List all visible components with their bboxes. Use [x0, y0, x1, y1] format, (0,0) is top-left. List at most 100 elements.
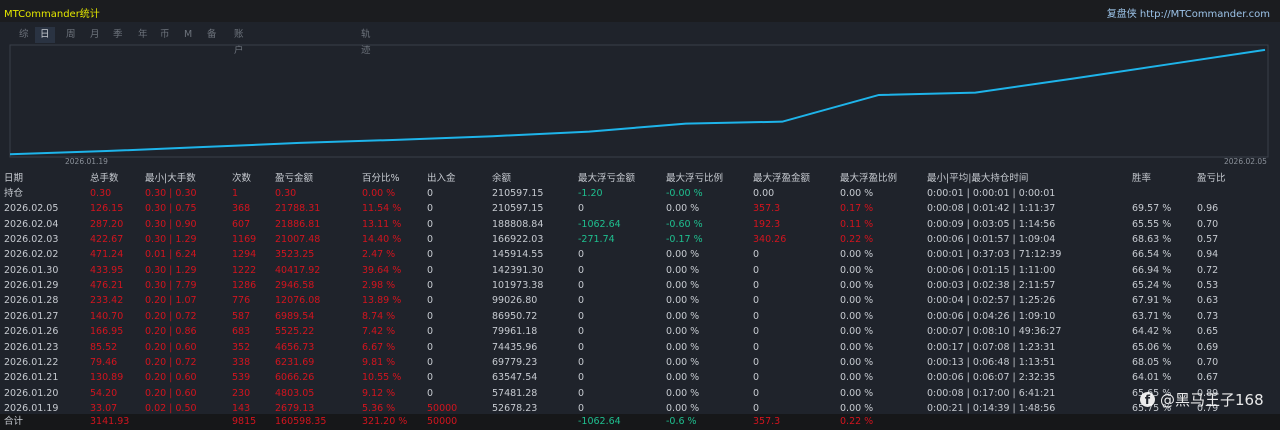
table-row[interactable]: 2026.01.2279.460.20 | 0.723386231.699.81… [0, 355, 1280, 370]
table-cell: 0 [753, 324, 759, 339]
table-cell: 0:00:06 | 0:04:26 | 1:09:10 [927, 309, 1055, 324]
tab-1[interactable]: 日 [35, 27, 55, 43]
table-cell: 0.00 % [840, 386, 873, 401]
table-cell: 0:00:03 | 0:02:38 | 2:11:57 [927, 278, 1055, 293]
tab-2[interactable]: 周 [66, 27, 76, 43]
table-cell: 0 [578, 293, 584, 308]
table-cell: 0 [427, 324, 433, 339]
table-cell: 65.24 % [1132, 278, 1171, 293]
table-cell: 0:00:09 | 0:03:05 | 1:14:56 [927, 217, 1055, 232]
column-header[interactable]: 盈亏比 [1197, 171, 1226, 186]
table-cell: 69.57 % [1132, 201, 1171, 216]
table-cell: 6066.26 [275, 370, 314, 385]
table-cell: 0.30 | 1.29 [145, 263, 197, 278]
table-cell: 66.54 % [1132, 247, 1171, 262]
column-header[interactable]: 最大浮亏金额 [578, 171, 635, 186]
table-cell: 0.72 [1197, 263, 1218, 278]
table-cell: 0 [578, 386, 584, 401]
table-cell: 0.00 % [666, 386, 699, 401]
table-cell: 74435.96 [492, 340, 537, 355]
tab-4[interactable]: 季 [113, 27, 123, 43]
table-cell: 145914.55 [492, 247, 543, 262]
tab-0[interactable]: 综 [19, 27, 29, 43]
app-title: MTCommander统计 [4, 5, 100, 20]
column-header[interactable]: 余额 [492, 171, 511, 186]
table-cell: 471.24 [90, 247, 123, 262]
table-row[interactable]: 2026.01.2385.520.20 | 0.603524656.736.67… [0, 340, 1280, 355]
table-cell: 0:00:17 | 0:07:08 | 1:23:31 [927, 340, 1055, 355]
table-cell: 68.05 % [1132, 355, 1171, 370]
table-cell: 67.91 % [1132, 293, 1171, 308]
column-header[interactable]: 盈亏金额 [275, 171, 313, 186]
table-row[interactable]: 2026.02.03422.670.30 | 1.29116921007.481… [0, 232, 1280, 247]
table-cell: 357.3 [753, 414, 780, 429]
column-header[interactable]: 最小|大手数 [145, 171, 196, 186]
table-cell: 0.00 % [362, 186, 395, 201]
table-cell: 0 [427, 201, 433, 216]
table-cell: 0.70 [1197, 355, 1218, 370]
table-row[interactable]: 2026.01.27140.700.20 | 0.725876989.548.7… [0, 309, 1280, 324]
table-cell: 0 [753, 370, 759, 385]
table-cell: 0.00 % [666, 370, 699, 385]
column-header[interactable]: 最小|平均|最大持仓时间 [927, 171, 1028, 186]
tab-9[interactable]: 账户 [234, 27, 244, 43]
table-row[interactable]: 2026.02.02471.240.01 | 6.2412943523.252.… [0, 247, 1280, 262]
tab-5[interactable]: 年 [138, 27, 148, 43]
table-cell: 13.89 % [362, 293, 401, 308]
table-row[interactable]: 2026.01.28233.420.20 | 1.0777612076.0813… [0, 293, 1280, 308]
table-cell: 79.46 [90, 355, 117, 370]
table-row[interactable]: 2026.02.05126.150.30 | 0.7536821788.3111… [0, 201, 1280, 216]
table-row[interactable]: 2026.01.30433.950.30 | 1.29122240417.923… [0, 263, 1280, 278]
table-cell: 85.52 [90, 340, 117, 355]
tab-6[interactable]: 币 [160, 27, 170, 43]
table-row[interactable]: 2026.02.04287.200.30 | 0.9060721886.8113… [0, 217, 1280, 232]
column-header[interactable]: 日期 [4, 171, 23, 186]
table-cell: 50000 [427, 414, 457, 429]
table-cell: 1169 [232, 232, 256, 247]
table-cell: 2.98 % [362, 278, 395, 293]
table-cell: 0 [427, 186, 433, 201]
table-cell: 0 [578, 370, 584, 385]
table-cell: 2026.01.21 [4, 370, 58, 385]
table-cell: 0 [578, 263, 584, 278]
column-header[interactable]: 最大浮盈金额 [753, 171, 810, 186]
column-header[interactable]: 最大浮盈比例 [840, 171, 897, 186]
column-header[interactable]: 次数 [232, 171, 251, 186]
table-cell: 0 [427, 217, 433, 232]
table-cell: 0 [753, 355, 759, 370]
table-cell: 0 [427, 370, 433, 385]
table-cell: -1.20 [578, 186, 603, 201]
tab-7[interactable]: M [184, 27, 192, 43]
column-header[interactable]: 胜率 [1132, 171, 1151, 186]
table-cell: 0.63 [1197, 293, 1218, 308]
table-cell: 合计 [4, 414, 23, 429]
table-cell: 13.11 % [362, 217, 401, 232]
tab-3[interactable]: 月 [90, 27, 100, 43]
table-cell: 0.94 [1197, 247, 1218, 262]
table-cell: 166922.03 [492, 232, 543, 247]
table-cell: 64.42 % [1132, 324, 1171, 339]
column-header[interactable]: 百分比% [362, 171, 400, 186]
table-row[interactable]: 持仓0.300.30 | 0.3010.300.00 %0210597.15-1… [0, 186, 1280, 201]
title-bar: MTCommander统计 复盘侠 http://MTCommander.com [0, 0, 1280, 22]
table-cell: 11.54 % [362, 201, 401, 216]
column-header[interactable]: 最大浮亏比例 [666, 171, 723, 186]
table-row[interactable]: 2026.01.21130.890.20 | 0.605396066.2610.… [0, 370, 1280, 385]
site-link[interactable]: 复盘侠 http://MTCommander.com [1107, 5, 1270, 20]
table-cell: 340.26 [753, 232, 786, 247]
column-header[interactable]: 出入金 [427, 171, 456, 186]
equity-line [10, 50, 1265, 154]
table-row[interactable]: 2026.01.26166.950.20 | 0.866835525.227.4… [0, 324, 1280, 339]
table-cell: 338 [232, 355, 250, 370]
table-cell: 140.70 [90, 309, 123, 324]
table-cell: 99026.80 [492, 293, 537, 308]
tab-8[interactable]: 备 [207, 27, 217, 43]
table-cell: 0.00 % [840, 324, 873, 339]
table-row[interactable]: 2026.01.2054.200.20 | 0.602304803.059.12… [0, 386, 1280, 401]
table-cell: -0.6 % [666, 414, 697, 429]
table-cell: 2026.01.20 [4, 386, 58, 401]
table-row[interactable]: 2026.01.29476.210.30 | 7.7912862946.582.… [0, 278, 1280, 293]
table-cell: 0 [427, 386, 433, 401]
tab-10[interactable]: 轨迹 [361, 27, 371, 43]
column-header[interactable]: 总手数 [90, 171, 119, 186]
